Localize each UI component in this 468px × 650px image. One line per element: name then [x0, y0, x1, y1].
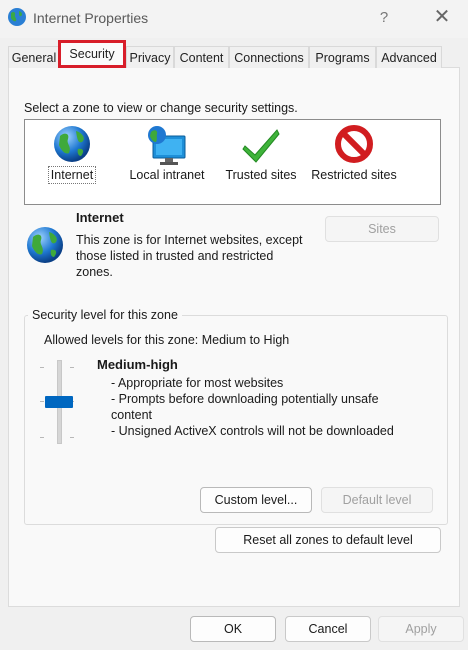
- tab-privacy[interactable]: Privacy: [126, 46, 174, 68]
- custom-level-button[interactable]: Custom level...: [200, 487, 312, 513]
- intranet-monitor-icon: [148, 126, 186, 165]
- checkmark-icon: [242, 129, 280, 163]
- cancel-button[interactable]: Cancel: [285, 616, 371, 642]
- zone-prompt: Select a zone to view or change security…: [24, 101, 298, 115]
- zone-label: Local intranet: [129, 168, 205, 182]
- zone-label: Internet: [47, 166, 97, 184]
- zone-local-intranet[interactable]: Local intranet: [121, 120, 213, 204]
- zone-list[interactable]: Internet Local intranet Trusted sites Re…: [24, 119, 441, 205]
- zone-trusted-sites[interactable]: Trusted sites: [219, 120, 303, 204]
- tab-security[interactable]: Security: [58, 40, 126, 68]
- default-level-button[interactable]: Default level: [321, 487, 433, 513]
- sites-button[interactable]: Sites: [325, 216, 439, 242]
- help-button[interactable]: ?: [368, 6, 400, 30]
- security-level-group-label: Security level for this zone: [28, 308, 182, 322]
- zone-internet[interactable]: Internet: [33, 120, 111, 204]
- reset-all-zones-button[interactable]: Reset all zones to default level: [215, 527, 441, 553]
- close-button[interactable]: ✕: [425, 5, 459, 31]
- tab-connections[interactable]: Connections: [229, 46, 309, 68]
- tab-general[interactable]: General: [8, 46, 60, 68]
- tab-content[interactable]: Content: [174, 46, 229, 68]
- globe-icon: [54, 126, 90, 162]
- security-level-name: Medium-high: [97, 357, 178, 372]
- no-entry-icon: [335, 125, 373, 163]
- slider-tick: [70, 367, 74, 368]
- tab-advanced[interactable]: Advanced: [376, 46, 442, 68]
- slider-tick: [70, 437, 74, 438]
- internet-globe-app-icon: [8, 8, 26, 26]
- selected-zone-description: This zone is for Internet websites, exce…: [76, 233, 303, 279]
- level-bullet: - Prompts before downloading potentially…: [111, 392, 379, 422]
- window-title: Internet Properties: [33, 10, 149, 26]
- tab-programs[interactable]: Programs: [309, 46, 376, 68]
- security-level-slider-thumb[interactable]: [45, 396, 73, 408]
- allowed-levels-text: Allowed levels for this zone: Medium to …: [44, 333, 290, 347]
- zone-restricted-sites[interactable]: Restricted sites: [309, 120, 399, 204]
- slider-tick: [40, 401, 44, 402]
- level-bullet: - Unsigned ActiveX controls will not be …: [111, 424, 394, 438]
- apply-button[interactable]: Apply: [378, 616, 464, 642]
- selected-zone-name: Internet: [76, 210, 124, 225]
- ok-button[interactable]: OK: [190, 616, 276, 642]
- zone-label: Restricted sites: [311, 168, 397, 182]
- zone-label: Trusted sites: [225, 168, 297, 182]
- security-level-description: - Appropriate for most websites - Prompt…: [111, 375, 411, 439]
- title-bar: Internet Properties ? ✕: [0, 0, 468, 38]
- slider-tick: [40, 367, 44, 368]
- level-bullet: - Appropriate for most websites: [111, 376, 284, 390]
- globe-icon: [27, 227, 63, 263]
- slider-tick: [40, 437, 44, 438]
